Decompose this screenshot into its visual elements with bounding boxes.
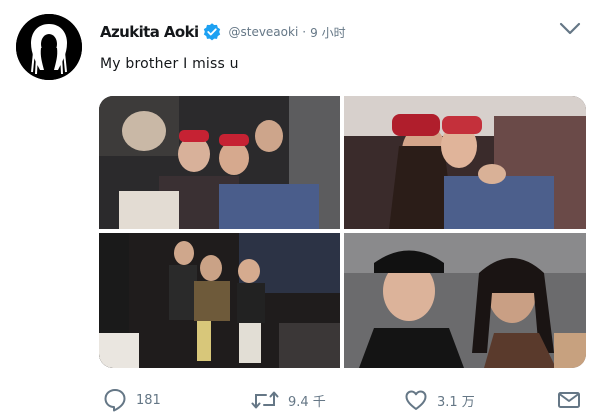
photo-2[interactable]	[344, 96, 586, 229]
retweet-count: 9.4 千	[288, 394, 326, 410]
avatar-image	[16, 14, 82, 80]
reply-icon	[104, 389, 126, 412]
more-options-chevron-down-icon[interactable]	[558, 18, 582, 38]
reply-button[interactable]: 181	[102, 384, 161, 416]
tweet-text: My brother I miss u	[100, 56, 239, 72]
tweet-card[interactable]: Azukita Aoki @steveaoki · 9 小时 My brothe…	[0, 0, 600, 420]
photo-icon	[99, 96, 340, 229]
separator-dot: ·	[302, 25, 307, 39]
photo-4[interactable]	[344, 233, 586, 368]
avatar[interactable]	[16, 14, 82, 80]
reply-count: 181	[136, 392, 161, 408]
heart-icon	[405, 390, 427, 410]
like-count: 3.1 万	[437, 394, 475, 410]
retweet-button[interactable]: 9.4 千	[250, 384, 326, 416]
like-button[interactable]: 3.1 万	[403, 384, 475, 416]
tweet-header: Azukita Aoki @steveaoki · 9 小时	[100, 20, 346, 44]
share-button[interactable]	[556, 384, 582, 416]
verified-badge-icon	[202, 22, 222, 42]
photo-3[interactable]	[99, 233, 340, 368]
display-name[interactable]: Azukita Aoki	[100, 23, 199, 41]
tweet-actions: 181 9.4 千 3.1 万	[100, 384, 588, 416]
envelope-icon	[558, 392, 580, 408]
photo-1[interactable]	[99, 96, 340, 229]
media-grid	[99, 96, 586, 368]
timestamp[interactable]: 9 小时	[310, 24, 345, 41]
retweet-icon	[251, 391, 279, 409]
user-handle[interactable]: @steveaoki	[228, 25, 298, 39]
